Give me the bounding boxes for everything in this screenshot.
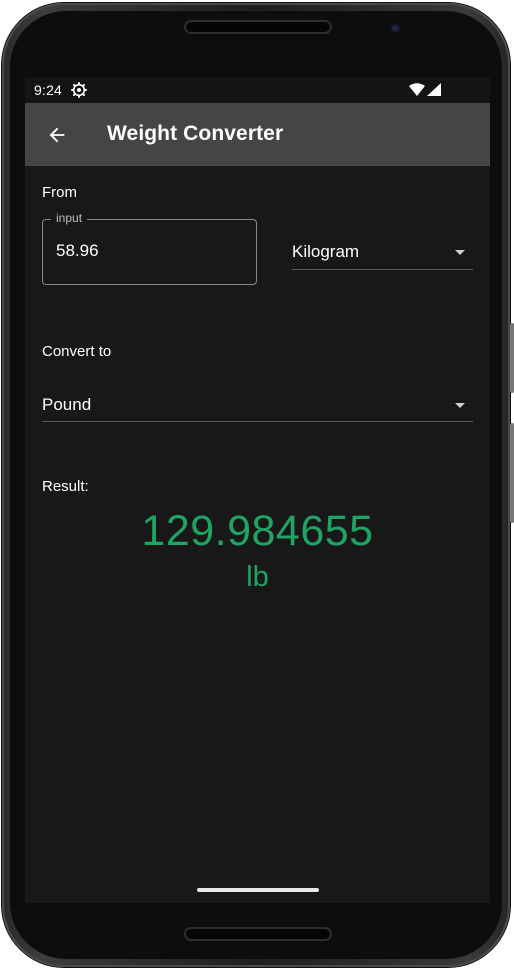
back-button[interactable] bbox=[39, 117, 75, 153]
bottom-speaker bbox=[184, 927, 332, 941]
from-unit-dropdown[interactable]: Kilogram bbox=[292, 237, 473, 271]
arrow-left-icon bbox=[49, 127, 65, 143]
convert-to-label: Convert to bbox=[42, 343, 112, 360]
weight-input-field[interactable]: input bbox=[42, 211, 257, 285]
status-time: 9:24 bbox=[34, 82, 63, 98]
front-camera bbox=[391, 24, 401, 34]
wifi-icon bbox=[409, 83, 425, 96]
power-button bbox=[510, 323, 514, 393]
result-value: 129.984655 bbox=[141, 507, 374, 555]
caret-down-icon bbox=[455, 250, 465, 255]
volume-button bbox=[510, 423, 514, 523]
from-label: From bbox=[42, 184, 77, 201]
app-screen: 9:24 Weight Converter From input 58.96 K… bbox=[25, 77, 490, 903]
top-speaker bbox=[184, 20, 332, 34]
app-bar: Weight Converter bbox=[25, 103, 490, 166]
dropdown-underline bbox=[292, 269, 473, 270]
to-unit-dropdown[interactable]: Pound bbox=[42, 390, 473, 423]
status-bar: 9:24 bbox=[25, 77, 490, 103]
weight-input[interactable] bbox=[56, 241, 236, 261]
result-unit: lb bbox=[246, 561, 269, 593]
from-unit-value: Kilogram bbox=[292, 242, 360, 261]
gear-icon bbox=[71, 82, 87, 98]
home-gesture-bar[interactable] bbox=[197, 888, 319, 892]
to-unit-value: Pound bbox=[42, 395, 92, 414]
result-label: Result: bbox=[42, 478, 89, 495]
input-label: input bbox=[51, 211, 88, 225]
app-title: Weight Converter bbox=[107, 122, 284, 145]
caret-down-icon bbox=[455, 403, 465, 408]
dropdown-underline bbox=[42, 421, 473, 422]
signal-icon bbox=[427, 83, 441, 96]
